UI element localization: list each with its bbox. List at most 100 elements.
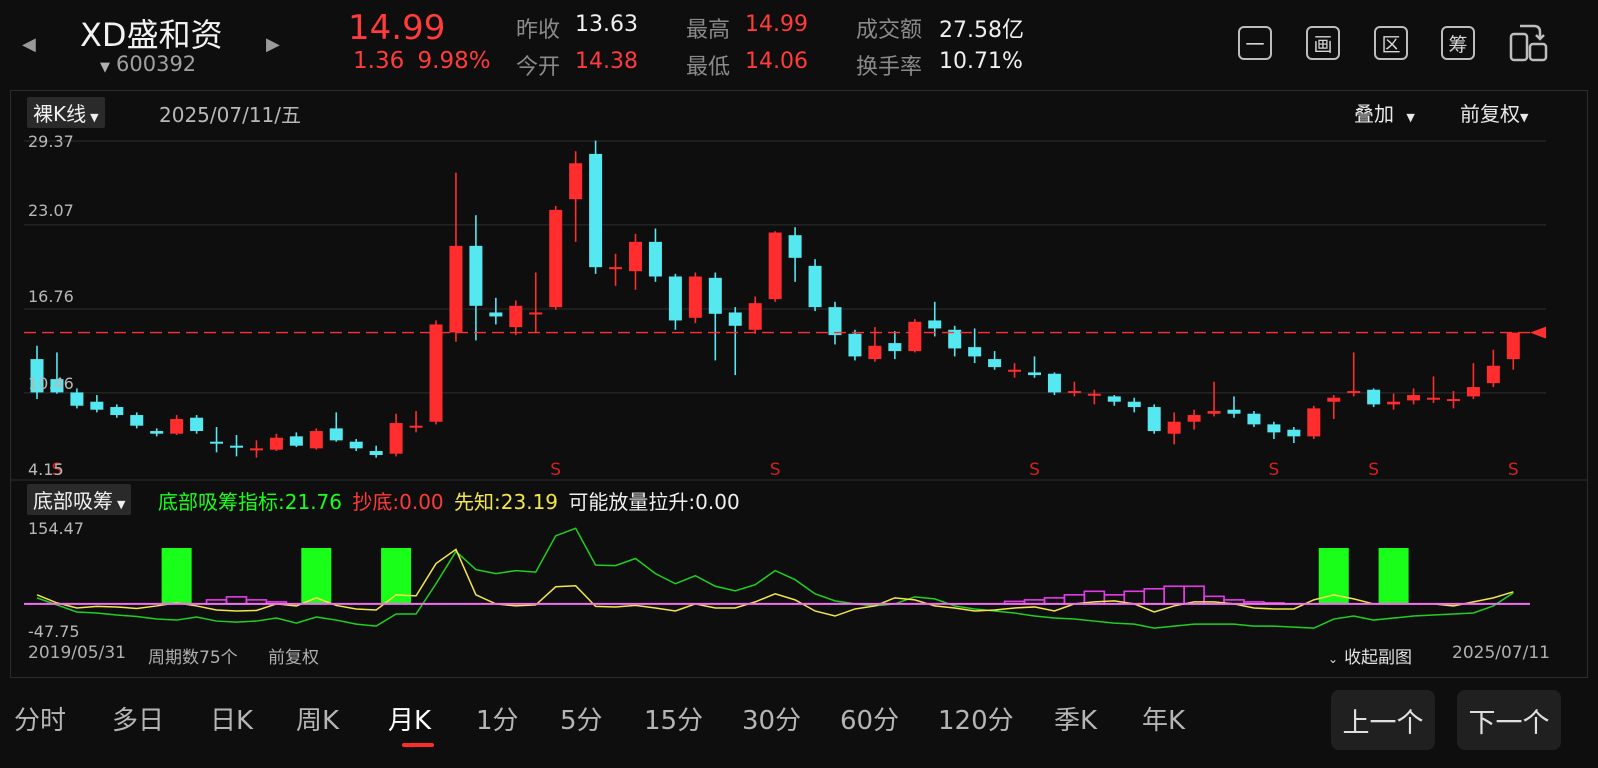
tab-quarterly-k[interactable]: 季K <box>1054 700 1097 737</box>
candlestick-chart[interactable]: SSSSSSS <box>0 0 1598 490</box>
candle <box>828 307 842 336</box>
sell-signal-label: S <box>1368 460 1379 480</box>
footer-adjust: 前复权 <box>268 648 319 668</box>
indicator-y-top: 154.47 <box>28 519 84 538</box>
candle <box>1307 408 1321 437</box>
tab-multiday[interactable]: 多日 <box>112 700 164 737</box>
current-price-marker <box>1530 326 1546 339</box>
candle <box>1107 396 1121 402</box>
tab-daily-k[interactable]: 日K <box>210 700 253 737</box>
candle <box>529 312 543 315</box>
candle <box>150 431 164 434</box>
candle <box>668 276 682 321</box>
candle <box>1247 413 1261 425</box>
sell-signal-label: S <box>1269 460 1280 480</box>
collapse-subchart-button[interactable]: ⌄ 收起副图 <box>1328 643 1412 668</box>
candle <box>688 276 702 318</box>
prev-button[interactable]: 上一个 <box>1331 690 1435 750</box>
candle <box>988 359 1002 368</box>
sell-signal-label: S <box>1508 460 1519 480</box>
chevron-down-icon: ⌄ <box>1328 652 1339 666</box>
tab-5min[interactable]: 5分 <box>560 700 603 737</box>
period-count: 周期数75个 <box>148 648 238 668</box>
candle <box>589 153 603 268</box>
active-tab-indicator <box>402 743 434 747</box>
candle <box>249 448 263 451</box>
y-tick-2: 23.07 <box>28 201 74 220</box>
candle <box>1047 373 1061 393</box>
next-button[interactable]: 下一个 <box>1457 690 1561 750</box>
candle <box>908 321 922 352</box>
candle <box>190 417 204 432</box>
tab-30min[interactable]: 30分 <box>742 700 801 737</box>
candle <box>569 163 583 200</box>
green-bar <box>161 548 192 604</box>
candle <box>329 428 343 441</box>
indicator-y-bottom: -47.75 <box>28 622 80 641</box>
magenta-bar <box>1163 585 1185 605</box>
candle <box>1287 429 1301 437</box>
candle <box>1227 409 1241 414</box>
end-date: 2025/07/11 <box>1452 643 1550 663</box>
candle <box>1347 391 1361 394</box>
candle <box>170 419 184 434</box>
candle <box>429 324 443 422</box>
y-tick-4: 10.46 <box>28 374 74 393</box>
tab-120min[interactable]: 120分 <box>938 700 1014 737</box>
candle <box>1267 424 1281 433</box>
candle <box>110 407 124 416</box>
sell-signal-label: S <box>1029 460 1040 480</box>
tab-1min[interactable]: 1分 <box>476 700 519 737</box>
tab-intraday[interactable]: 分时 <box>14 700 66 737</box>
candle <box>369 451 383 456</box>
magenta-bar <box>1143 587 1165 605</box>
candle <box>1446 399 1460 402</box>
candle <box>70 392 84 406</box>
candle <box>230 445 243 448</box>
candle <box>90 401 104 410</box>
tab-yearly-k[interactable]: 年K <box>1142 700 1185 737</box>
candle <box>349 441 363 449</box>
candle <box>309 431 323 449</box>
tab-60min[interactable]: 60分 <box>840 700 899 737</box>
candle <box>1327 397 1341 402</box>
candle <box>609 267 623 270</box>
candle <box>509 305 523 328</box>
candle <box>389 423 403 454</box>
candle <box>1486 365 1500 384</box>
candle <box>130 415 144 426</box>
magenta-bar <box>1123 590 1146 605</box>
candle <box>848 333 862 357</box>
candle <box>888 343 902 352</box>
tab-15min[interactable]: 15分 <box>644 700 703 737</box>
candle <box>1167 421 1181 434</box>
candle <box>928 320 942 329</box>
candle <box>1387 401 1401 405</box>
y-tick-3: 16.76 <box>28 287 74 306</box>
tab-weekly-k[interactable]: 周K <box>296 700 339 737</box>
candle <box>549 209 563 308</box>
candle <box>489 312 503 317</box>
candle <box>289 436 303 446</box>
candle <box>1407 395 1421 401</box>
sell-signal-label: S <box>770 460 781 480</box>
start-date: 2019/05/31 <box>28 643 126 663</box>
y-tick-5: 4.15 <box>28 460 64 479</box>
candle <box>808 265 822 308</box>
indicator-chart[interactable] <box>0 510 1598 650</box>
candle <box>1127 401 1141 408</box>
candle <box>728 312 742 326</box>
green-bar <box>1378 548 1409 604</box>
candle <box>1008 369 1022 372</box>
sell-signal-label: S <box>550 460 561 480</box>
magenta-bar <box>225 596 248 605</box>
candle <box>629 241 642 272</box>
collapse-label: 收起副图 <box>1344 648 1413 668</box>
y-tick-1: 29.37 <box>28 132 74 151</box>
candle <box>1427 397 1440 400</box>
candle <box>1087 393 1101 396</box>
candle <box>409 425 423 428</box>
tab-monthly-k[interactable]: 月K <box>388 700 431 737</box>
candle <box>1367 389 1381 405</box>
candle <box>1466 387 1480 397</box>
